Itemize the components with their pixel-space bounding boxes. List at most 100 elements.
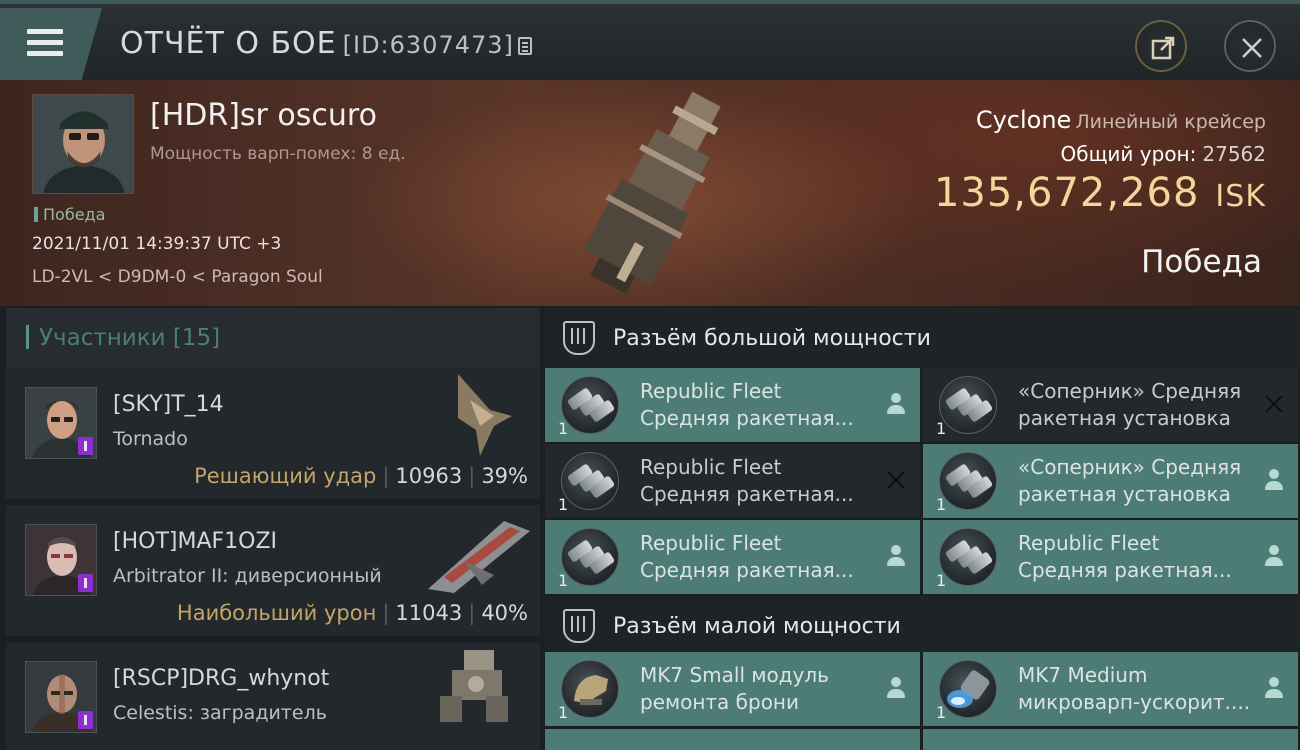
- top-bar: ОТЧЁТ О БОЕ [ID:6307473]: [0, 0, 1300, 80]
- share-button[interactable]: [1135, 20, 1187, 72]
- module-name-line1: Republic Fleet: [640, 379, 782, 403]
- participant-stats: Наибольший урон | 11043 | 40%: [176, 601, 528, 625]
- module-slot[interactable]: 1 «Соперник» Средняя ракетная установка: [923, 444, 1298, 518]
- total-damage: Общий урон: 27562: [934, 142, 1266, 166]
- module-name-line2: Средняя ракетная...: [640, 406, 854, 430]
- participant-ship-image: [440, 650, 508, 722]
- kill-location[interactable]: LD-2VL < D9DM-0 < Paragon Soul: [32, 267, 323, 287]
- module-slot[interactable]: 1 «Соперник» Средняя ракетная установка: [923, 368, 1298, 442]
- module-quantity: 1: [558, 571, 569, 590]
- missile-launcher-icon: [561, 452, 619, 510]
- module-name-line1: Republic Fleet: [640, 531, 782, 555]
- participant-row[interactable]: [RSCP]DRG_whynot Celestis: заградитель: [6, 642, 540, 750]
- missile-launcher-icon: [939, 528, 997, 586]
- copy-icon[interactable]: [517, 37, 532, 55]
- participant-ship-image: [428, 521, 530, 593]
- participant-damage: 11043: [395, 601, 463, 625]
- victim-portrait[interactable]: [32, 94, 134, 194]
- participant-ship-image: [458, 374, 512, 456]
- dropped-person-icon: [886, 393, 906, 415]
- module-name-line1: Republic Fleet: [640, 455, 782, 479]
- module-name-line2: Средняя ракетная...: [640, 482, 854, 506]
- dropped-person-icon: [886, 545, 906, 567]
- participant-percent: 39%: [481, 464, 528, 488]
- participant-ship: Arbitrator II: диверсионный: [113, 565, 382, 587]
- participant-ship: Celestis: заградитель: [113, 702, 327, 724]
- report-id: [ID:6307473]: [342, 31, 514, 59]
- participants-title: Участники [15]: [26, 325, 220, 351]
- isk-value: 135,672,268 ISK: [934, 170, 1266, 216]
- participant-damage: 10963: [395, 464, 463, 488]
- avatar: [25, 524, 97, 596]
- module-name-line2: ремонта брони: [640, 690, 800, 714]
- dropped-person-icon: [886, 677, 906, 699]
- module-quantity: 1: [936, 703, 947, 722]
- module-slot[interactable]: 1 Republic Fleet Средняя ракетная...: [545, 444, 920, 518]
- menu-button[interactable]: [0, 8, 102, 80]
- missile-launcher-icon: [939, 376, 997, 434]
- dropped-person-icon: [1264, 469, 1284, 491]
- share-icon: [1151, 36, 1175, 60]
- hamburger-icon: [27, 29, 63, 57]
- module-name-line2: Средняя ракетная...: [1018, 558, 1232, 582]
- battle-outcome: Победа: [1141, 244, 1262, 280]
- close-icon: [1242, 38, 1262, 58]
- page-title: ОТЧЁТ О БОЕ [ID:6307473]: [120, 26, 532, 61]
- module-slot-partial[interactable]: [923, 729, 1298, 750]
- high-slots-title: Разъём большой мощности: [613, 326, 931, 351]
- dropped-person-icon: [1264, 677, 1284, 699]
- participant-name[interactable]: [RSCP]DRG_whynot: [113, 666, 329, 691]
- module-name-line2: Средняя ракетная...: [640, 558, 854, 582]
- module-quantity: 1: [558, 419, 569, 438]
- status-tag: Победа: [34, 205, 105, 224]
- missile-launcher-icon: [561, 528, 619, 586]
- ship-name[interactable]: Cyclone: [976, 106, 1071, 134]
- destroyed-x-icon: [886, 469, 906, 491]
- participant-stats: Решающий удар | 10963 | 39%: [194, 464, 528, 488]
- participant-name[interactable]: [SKY]T_14: [113, 392, 224, 417]
- destroyed-x-icon: [1264, 393, 1284, 415]
- isk-amount: 135,672,268: [933, 170, 1200, 216]
- participant-tag: Наибольший урон: [176, 601, 377, 625]
- high-slot-icon: [563, 321, 595, 355]
- high-slots-header: Разъём большой мощности: [545, 308, 1300, 368]
- victim-name[interactable]: [HDR]sr oscuro: [150, 98, 377, 133]
- module-name-line1: «Соперник» Средняя: [1018, 455, 1242, 479]
- microwarpdrive-icon: [939, 660, 997, 718]
- alpha-clone-badge: [78, 711, 93, 729]
- module-quantity: 1: [936, 419, 947, 438]
- module-slot[interactable]: 1 MK7 Small модуль ремонта брони: [545, 652, 920, 726]
- module-quantity: 1: [936, 495, 947, 514]
- missile-launcher-icon: [561, 376, 619, 434]
- module-name-line2: ракетная установка: [1018, 406, 1231, 430]
- participant-ship: Tornado: [113, 428, 188, 450]
- ship-class: Линейный крейсер: [1075, 111, 1266, 133]
- module-name-line2: ракетная установка: [1018, 482, 1231, 506]
- module-quantity: 1: [936, 571, 947, 590]
- participant-name[interactable]: [HOT]MAF1OZI: [113, 529, 277, 554]
- module-name-line2: микроварп-ускорит....: [1018, 690, 1251, 714]
- module-quantity: 1: [558, 495, 569, 514]
- module-slot-partial[interactable]: [545, 729, 920, 750]
- module-slot[interactable]: 1 MK7 Medium микроварп-ускорит....: [923, 652, 1298, 726]
- participant-percent: 40%: [481, 601, 528, 625]
- close-button[interactable]: [1224, 20, 1276, 72]
- participants-panel: Участники [15] [SKY]T_14 Tornado Решающи…: [6, 308, 540, 750]
- participants-header[interactable]: Участники [15]: [6, 308, 540, 368]
- avatar: [25, 387, 97, 459]
- module-slot[interactable]: 1 Republic Fleet Средняя ракетная...: [545, 520, 920, 594]
- module-name-line1: Republic Fleet: [1018, 531, 1160, 555]
- module-name-line1: MK7 Medium: [1018, 663, 1148, 687]
- page-title-text: ОТЧЁТ О БОЕ: [120, 26, 337, 61]
- participant-tag: Решающий удар: [194, 464, 377, 488]
- participant-row[interactable]: [HOT]MAF1OZI Arbitrator II: диверсионный…: [6, 505, 540, 639]
- low-slot-icon: [563, 609, 595, 643]
- ship-info: Cyclone Линейный крейсер Общий урон: 27562…: [934, 106, 1266, 216]
- kill-summary: [HDR]sr oscuro Мощность варп-помех: 8 ед…: [0, 80, 1300, 306]
- low-slots-header: Разъём малой мощности: [545, 596, 1300, 656]
- module-slot[interactable]: 1 Republic Fleet Средняя ракетная...: [545, 368, 920, 442]
- module-name-line1: «Соперник» Средняя: [1018, 379, 1242, 403]
- module-slot[interactable]: 1 Republic Fleet Средняя ракетная...: [923, 520, 1298, 594]
- missile-launcher-icon: [939, 452, 997, 510]
- participant-row[interactable]: [SKY]T_14 Tornado Решающий удар | 10963 | 39…: [6, 368, 540, 502]
